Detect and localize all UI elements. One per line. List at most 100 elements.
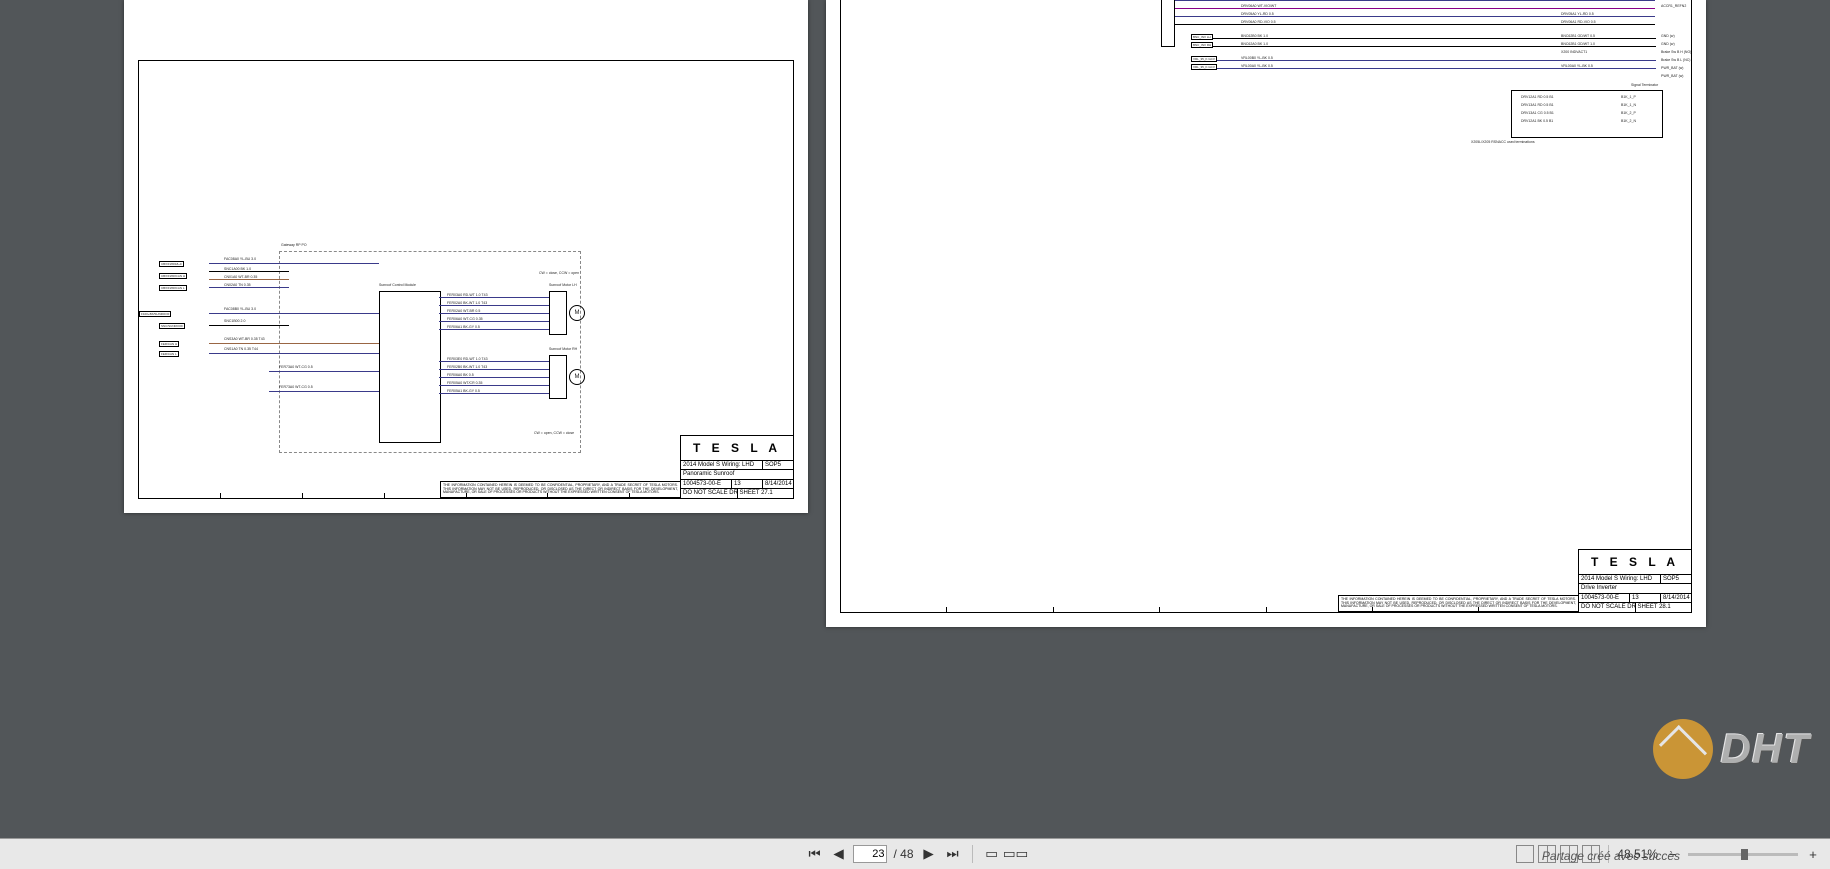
layout-icon-4[interactable]: [1582, 845, 1600, 863]
wire-label: FER05A1 BK-GY 0.5: [447, 389, 480, 393]
last-page-button[interactable]: ⏭: [944, 845, 962, 863]
drawing-frame-right: Brake switch signals on separate page X7…: [840, 0, 1692, 613]
pin: VRL_35_K GCV: [1191, 64, 1217, 70]
out-label: B1K_2_N: [1621, 119, 1636, 123]
motor-note: CW = open, CCW = close: [534, 431, 574, 435]
out-label: GND (w): [1661, 42, 1675, 46]
wire-label: DRV06A0 RD-VIO 0.5: [1241, 20, 1276, 24]
tb-rev: 13: [732, 480, 763, 489]
wire-label: DRV05A0 YL-RD 0.5: [1241, 12, 1274, 16]
motor-label: Sunroof Motor RH: [549, 347, 577, 351]
zoom-in-button[interactable]: +: [1804, 845, 1822, 863]
disclaimer-text: THE INFORMATION CONTAINED HEREIN IS DEEM…: [440, 481, 680, 498]
pin: CBX/FWR/CAN H: [159, 273, 187, 279]
out-label: ACCR1_REFN2: [1661, 4, 1686, 8]
motor-lh: [569, 305, 585, 321]
zoom-control: 48.51% − +: [1617, 845, 1822, 863]
out-label: B1K_1_P: [1621, 95, 1636, 99]
wire-label: DRV06A0 WT-VIO/WT: [1241, 4, 1276, 8]
watermark-arrow-icon: [1653, 719, 1713, 779]
schematic-drive-inverter: Brake switch signals on separate page X7…: [1171, 0, 1661, 160]
pin: SNC/SUNROOF: [159, 323, 185, 329]
wire-label: DRV05A1 YL-RD 0.5: [1561, 12, 1594, 16]
out-label: B1K_1_N: [1621, 103, 1636, 107]
wire-label: FER73A0 WT-CG 0.5: [279, 385, 313, 389]
wire-label: VRL00B0 YL-BK 0.5: [1241, 56, 1273, 60]
disclaimer-text: THE INFORMATION CONTAINED HEREIN IS DEEM…: [1338, 595, 1578, 612]
terminator-label: Signal Terminator: [1631, 83, 1658, 87]
pin: FER/CAN H: [159, 341, 179, 347]
wire-label: FER02B0 BK-WT 1.0 T43: [447, 365, 487, 369]
out-label: B1K_2_P: [1621, 111, 1636, 115]
out-label: GND (w): [1661, 34, 1675, 38]
schematic-sunroof: Gateway RP PO Sunroof Control Module CBX…: [169, 251, 563, 461]
wire-label: FAC08B0 YL-BU 3.0: [224, 307, 256, 311]
wire-label: CNS3A0 WT-BR 0.35 T43: [224, 337, 265, 341]
page-number-input[interactable]: [853, 845, 887, 863]
tb-docno: 1004573-00-E: [681, 480, 732, 489]
pin: BNC_INV RH: [1191, 42, 1213, 48]
tb-docno: 1004573-00-E: [1579, 594, 1630, 603]
layout-icon-2[interactable]: [1538, 845, 1556, 863]
wire-label: FAC08A0 YL-BU 3.0: [224, 257, 256, 261]
tb-date: 8/14/2014: [763, 480, 793, 489]
wire-label: CNS1A0 TN 0.35 T44: [224, 347, 258, 351]
drawing-frame-left: Gateway RP PO Sunroof Control Module CBX…: [138, 60, 794, 499]
zoom-value: 48.51%: [1617, 847, 1658, 861]
wire-label: SNC1A00 BK 1.0: [224, 267, 251, 271]
wire-label: DRV12A1 RD 0.5 B1: [1521, 95, 1554, 99]
tb-rev: 13: [1630, 594, 1661, 603]
heading-gateway: Gateway RP PO: [281, 243, 307, 247]
wire-label: X200 INDVACT1: [1561, 50, 1587, 54]
wire-label: DRV13A1 RD 0.5 B1: [1521, 103, 1554, 107]
wire-label: BNC62B0 BK 1.0: [1241, 34, 1268, 38]
zoom-slider[interactable]: [1688, 853, 1798, 856]
module-label: Sunroof Control Module: [379, 283, 416, 287]
conn-x701: [1161, 0, 1175, 47]
out-label: PWR_BAT (w): [1661, 66, 1683, 70]
wire-label: FER03E0 RD-WT 1.0 T43: [447, 357, 488, 361]
wire-label: FER02A0 BK-WT 1.0 T43: [447, 301, 487, 305]
motor-rh: [569, 369, 585, 385]
tesla-logo: T E S L A: [681, 436, 793, 460]
watermark-dht: DHT: [1653, 719, 1810, 779]
next-page-button[interactable]: ▶: [920, 845, 938, 863]
tb-scale: DO NOT SCALE DRAWING: [681, 489, 738, 498]
wire-label: FER06A0 BK 0.5: [447, 373, 474, 377]
wire-label: FER06A1 BK-GY 0.5: [447, 325, 480, 329]
wire-label: BNC62B1 GD/WT 1.0: [1561, 42, 1595, 46]
wire-label: CN02A0 TN 0.35: [224, 283, 251, 287]
layout-icon-1[interactable]: [1516, 845, 1534, 863]
out-label: Brake Sw B H (NO): [1661, 50, 1691, 54]
zoom-out-button[interactable]: −: [1664, 845, 1682, 863]
sunroof-module: [379, 291, 441, 443]
tb-sop: SOP5: [1661, 575, 1691, 584]
pin: CBX/FWR/CAN L: [159, 285, 187, 291]
page-28: Brake switch signals on separate page X7…: [826, 0, 1706, 627]
tb-sheetname: Drive Inverter: [1579, 584, 1691, 593]
pin: F100+BX/SUNROOF: [139, 311, 171, 317]
watermark-text: DHT: [1721, 725, 1810, 773]
wire-label: BNC62B1 GD/WT 0.5: [1561, 34, 1595, 38]
toolbar-right-cluster: 48.51% − +: [1516, 845, 1822, 863]
tb-sop: SOP5: [763, 461, 793, 470]
wire-label: FER06A0 WT-CG 0.35: [447, 317, 483, 321]
layout-icon-3[interactable]: [1560, 845, 1578, 863]
first-page-button[interactable]: ⏮: [805, 845, 823, 863]
wire-label: CN01A0 WT-BR 0.35: [224, 275, 257, 279]
pdf-viewport: Gateway RP PO Sunroof Control Module CBX…: [0, 0, 1830, 839]
wire-label: FER03A0 RD-WT 1.0 T43: [447, 293, 488, 297]
wire-label: FER05A0 WT/CR 0.35: [447, 381, 482, 385]
two-page-view-button[interactable]: ▭▭: [1007, 845, 1025, 863]
single-page-view-button[interactable]: ▭: [983, 845, 1001, 863]
out-label: PWR_BAT (w): [1661, 74, 1683, 78]
pin: BNC_INV LH: [1191, 34, 1213, 40]
prev-page-button[interactable]: ◀: [829, 845, 847, 863]
tb-model: 2014 Model S Wiring: LHD: [681, 461, 763, 470]
conn-label: X205L/X205 RSNACC used terminations: [1471, 140, 1535, 144]
page-total-label: / 48: [893, 847, 913, 861]
motor-label: Sunroof Motor LH: [549, 283, 577, 287]
tb-sheetname: Panoramic Sunroof: [681, 470, 793, 479]
pin: VRL_35_K GCV: [1191, 56, 1217, 62]
wire-label: DRV06A1 RD-VIO 0.5: [1561, 20, 1596, 24]
